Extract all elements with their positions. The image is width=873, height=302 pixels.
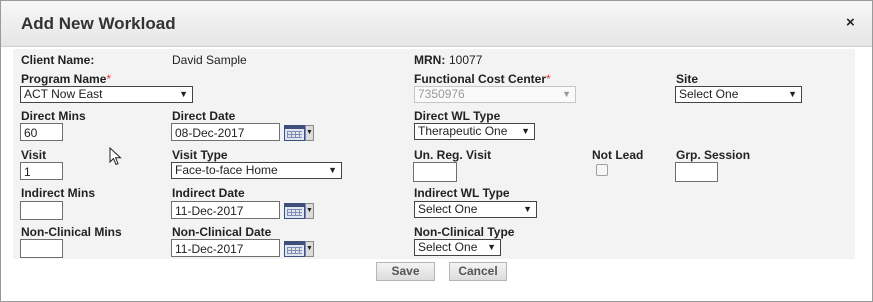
indirect-date-label: Indirect Date <box>172 186 245 200</box>
not-lead-checkbox[interactable] <box>596 164 608 176</box>
chevron-down-icon: ▼ <box>562 89 571 99</box>
direct-date-label: Direct Date <box>172 109 236 123</box>
cost-center-label: Functional Cost Center* <box>414 72 551 86</box>
cancel-button[interactable]: Cancel <box>449 262 507 281</box>
required-mark: * <box>546 72 551 86</box>
client-name-label: Client Name: <box>21 53 95 67</box>
indirect-wl-type-select[interactable]: Select One ▼ <box>414 201 537 218</box>
add-workload-dialog: Add New Workload × Client Name: David Sa… <box>0 0 873 302</box>
chevron-down-icon: ▼ <box>328 165 337 175</box>
site-label: Site <box>676 72 699 86</box>
non-clinical-date-label: Non-Clinical Date <box>172 225 272 239</box>
program-name-label: Program Name* <box>21 72 111 86</box>
visit-type-value: Face-to-face Home <box>175 163 278 177</box>
site-value: Select One <box>679 87 739 101</box>
close-icon[interactable]: × <box>846 14 855 31</box>
indirect-wl-type-label: Indirect WL Type <box>414 186 510 200</box>
calendar-icon[interactable]: ▼ <box>284 240 314 257</box>
chevron-down-icon: ▼ <box>487 242 496 252</box>
non-clinical-type-select[interactable]: Select One ▼ <box>414 239 501 256</box>
visit-type-select[interactable]: Face-to-face Home ▼ <box>171 162 342 179</box>
grp-session-input[interactable] <box>675 162 718 182</box>
not-lead-label: Not Lead <box>592 148 644 162</box>
visit-input[interactable]: 1 <box>20 162 63 180</box>
site-select[interactable]: Select One ▼ <box>675 86 802 103</box>
cost-center-label-text: Functional Cost Center <box>414 72 547 86</box>
non-clinical-type-label: Non-Clinical Type <box>414 225 515 239</box>
unreg-visit-input[interactable] <box>413 162 457 182</box>
client-name-value: David Sample <box>172 53 247 67</box>
direct-mins-input[interactable]: 60 <box>20 123 63 141</box>
program-name-select[interactable]: ACT Now East ▼ <box>20 86 193 103</box>
non-clinical-date-input[interactable]: 11-Dec-2017 <box>171 239 280 257</box>
mrn-label: MRN: <box>414 53 446 67</box>
program-name-label-text: Program Name <box>21 72 107 86</box>
required-mark: * <box>106 72 112 86</box>
chevron-down-icon: ▼ <box>179 89 188 99</box>
mrn-value: 10077 <box>449 53 483 67</box>
cost-center-value: 7350976 <box>418 87 465 101</box>
visit-type-label: Visit Type <box>172 148 228 162</box>
chevron-down-icon: ▼ <box>521 126 530 136</box>
dialog-titlebar: Add New Workload × <box>1 1 872 47</box>
non-clinical-mins-label: Non-Clinical Mins <box>21 225 122 239</box>
chevron-down-icon: ▼ <box>523 204 532 214</box>
indirect-mins-label: Indirect Mins <box>21 186 96 200</box>
dialog-title: Add New Workload <box>21 14 176 33</box>
direct-wl-type-select[interactable]: Therapeutic One ▼ <box>414 123 535 140</box>
calendar-icon[interactable]: ▼ <box>284 202 314 219</box>
direct-mins-label: Direct Mins <box>21 109 86 123</box>
visit-label: Visit <box>21 148 47 162</box>
chevron-down-icon: ▼ <box>788 89 797 99</box>
save-button[interactable]: Save <box>376 262 435 281</box>
indirect-date-input[interactable]: 11-Dec-2017 <box>171 201 280 219</box>
cost-center-select[interactable]: 7350976 ▼ <box>414 86 576 103</box>
program-name-value: ACT Now East <box>24 87 103 101</box>
grp-session-label: Grp. Session <box>676 148 751 162</box>
indirect-mins-input[interactable] <box>20 201 63 220</box>
mouse-cursor-icon <box>109 147 122 166</box>
direct-wl-type-value: Therapeutic One <box>418 124 508 138</box>
non-clinical-type-value: Select One <box>418 240 478 254</box>
calendar-icon[interactable]: ▼ <box>284 124 314 141</box>
indirect-wl-type-value: Select One <box>418 202 478 216</box>
unreg-visit-label: Un. Reg. Visit <box>414 148 492 162</box>
direct-wl-type-label: Direct WL Type <box>414 109 501 123</box>
non-clinical-mins-input[interactable] <box>20 239 63 258</box>
direct-date-input[interactable]: 08-Dec-2017 <box>171 123 280 141</box>
